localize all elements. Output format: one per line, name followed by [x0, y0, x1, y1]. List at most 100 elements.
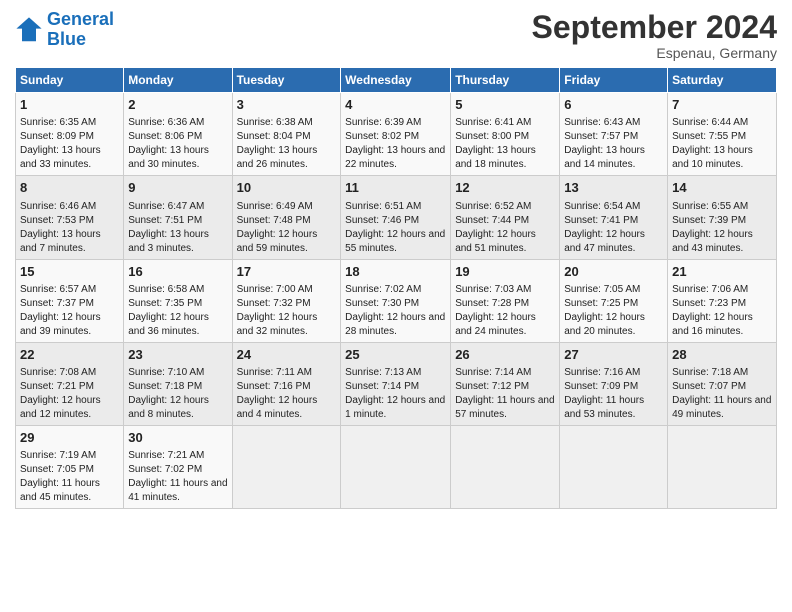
- daylight: Daylight: 13 hours and 10 minutes.: [672, 145, 753, 170]
- sunset: Sunset: 7:25 PM: [564, 298, 638, 309]
- daylight: Daylight: 12 hours and 47 minutes.: [564, 229, 645, 254]
- sunset: Sunset: 7:30 PM: [345, 298, 419, 309]
- sunset: Sunset: 7:21 PM: [20, 381, 94, 392]
- day-number: 3: [237, 96, 337, 114]
- sunrise: Sunrise: 7:16 AM: [564, 367, 640, 378]
- day-number: 1: [20, 96, 119, 114]
- logo-icon: [15, 16, 43, 44]
- day-number: 20: [564, 263, 663, 281]
- daylight: Daylight: 12 hours and 55 minutes.: [345, 229, 445, 254]
- sunset: Sunset: 7:05 PM: [20, 464, 94, 475]
- sunset: Sunset: 7:53 PM: [20, 215, 94, 226]
- daylight: Daylight: 11 hours and 45 minutes.: [20, 478, 100, 503]
- day-number: 7: [672, 96, 772, 114]
- day-number: 23: [128, 346, 227, 364]
- daylight: Daylight: 11 hours and 53 minutes.: [564, 395, 644, 420]
- daylight: Daylight: 13 hours and 7 minutes.: [20, 229, 101, 254]
- daylight: Daylight: 12 hours and 28 minutes.: [345, 312, 445, 337]
- daylight: Daylight: 11 hours and 49 minutes.: [672, 395, 771, 420]
- day-number: 30: [128, 429, 227, 447]
- header-row: Sunday Monday Tuesday Wednesday Thursday…: [16, 68, 777, 93]
- day-number: 24: [237, 346, 337, 364]
- sunset: Sunset: 8:00 PM: [455, 131, 529, 142]
- table-row: [668, 425, 777, 508]
- table-row: 10Sunrise: 6:49 AMSunset: 7:48 PMDayligh…: [232, 176, 341, 259]
- sunset: Sunset: 7:48 PM: [237, 215, 311, 226]
- day-number: 16: [128, 263, 227, 281]
- day-number: 11: [345, 179, 446, 197]
- sunset: Sunset: 7:02 PM: [128, 464, 202, 475]
- table-row: 24Sunrise: 7:11 AMSunset: 7:16 PMDayligh…: [232, 342, 341, 425]
- sunset: Sunset: 7:55 PM: [672, 131, 746, 142]
- calendar-week-row: 8Sunrise: 6:46 AMSunset: 7:53 PMDaylight…: [16, 176, 777, 259]
- sunset: Sunset: 7:07 PM: [672, 381, 746, 392]
- table-row: 6Sunrise: 6:43 AMSunset: 7:57 PMDaylight…: [560, 93, 668, 176]
- sunset: Sunset: 7:18 PM: [128, 381, 202, 392]
- day-number: 17: [237, 263, 337, 281]
- daylight: Daylight: 13 hours and 26 minutes.: [237, 145, 318, 170]
- sunset: Sunset: 7:14 PM: [345, 381, 419, 392]
- sunset: Sunset: 7:41 PM: [564, 215, 638, 226]
- daylight: Daylight: 12 hours and 1 minute.: [345, 395, 445, 420]
- table-row: 3Sunrise: 6:38 AMSunset: 8:04 PMDaylight…: [232, 93, 341, 176]
- col-monday: Monday: [124, 68, 232, 93]
- sunrise: Sunrise: 7:08 AM: [20, 367, 96, 378]
- month-title: September 2024: [532, 10, 777, 45]
- sunset: Sunset: 7:12 PM: [455, 381, 529, 392]
- table-row: 18Sunrise: 7:02 AMSunset: 7:30 PMDayligh…: [341, 259, 451, 342]
- calendar-week-row: 29Sunrise: 7:19 AMSunset: 7:05 PMDayligh…: [16, 425, 777, 508]
- col-saturday: Saturday: [668, 68, 777, 93]
- table-row: 30Sunrise: 7:21 AMSunset: 7:02 PMDayligh…: [124, 425, 232, 508]
- table-row: 15Sunrise: 6:57 AMSunset: 7:37 PMDayligh…: [16, 259, 124, 342]
- table-row: 29Sunrise: 7:19 AMSunset: 7:05 PMDayligh…: [16, 425, 124, 508]
- sunrise: Sunrise: 7:03 AM: [455, 284, 531, 295]
- sunset: Sunset: 7:32 PM: [237, 298, 311, 309]
- sunrise: Sunrise: 6:41 AM: [455, 117, 531, 128]
- daylight: Daylight: 12 hours and 51 minutes.: [455, 229, 536, 254]
- col-wednesday: Wednesday: [341, 68, 451, 93]
- table-row: [341, 425, 451, 508]
- table-row: 13Sunrise: 6:54 AMSunset: 7:41 PMDayligh…: [560, 176, 668, 259]
- daylight: Daylight: 12 hours and 36 minutes.: [128, 312, 209, 337]
- table-row: 26Sunrise: 7:14 AMSunset: 7:12 PMDayligh…: [451, 342, 560, 425]
- sunrise: Sunrise: 6:49 AM: [237, 201, 313, 212]
- logo: General Blue: [15, 10, 114, 50]
- sunrise: Sunrise: 6:44 AM: [672, 117, 748, 128]
- sunrise: Sunrise: 7:11 AM: [237, 367, 312, 378]
- day-number: 8: [20, 179, 119, 197]
- col-sunday: Sunday: [16, 68, 124, 93]
- sunrise: Sunrise: 6:52 AM: [455, 201, 531, 212]
- title-block: September 2024 Espenau, Germany: [532, 10, 777, 61]
- table-row: 14Sunrise: 6:55 AMSunset: 7:39 PMDayligh…: [668, 176, 777, 259]
- col-friday: Friday: [560, 68, 668, 93]
- table-row: 20Sunrise: 7:05 AMSunset: 7:25 PMDayligh…: [560, 259, 668, 342]
- table-row: 19Sunrise: 7:03 AMSunset: 7:28 PMDayligh…: [451, 259, 560, 342]
- table-row: 1Sunrise: 6:35 AMSunset: 8:09 PMDaylight…: [16, 93, 124, 176]
- sunrise: Sunrise: 7:18 AM: [672, 367, 748, 378]
- daylight: Daylight: 12 hours and 24 minutes.: [455, 312, 536, 337]
- table-row: 2Sunrise: 6:36 AMSunset: 8:06 PMDaylight…: [124, 93, 232, 176]
- daylight: Daylight: 13 hours and 14 minutes.: [564, 145, 645, 170]
- sunrise: Sunrise: 6:38 AM: [237, 117, 313, 128]
- calendar-table: Sunday Monday Tuesday Wednesday Thursday…: [15, 67, 777, 509]
- daylight: Daylight: 13 hours and 3 minutes.: [128, 229, 209, 254]
- sunrise: Sunrise: 7:06 AM: [672, 284, 748, 295]
- table-row: 5Sunrise: 6:41 AMSunset: 8:00 PMDaylight…: [451, 93, 560, 176]
- day-number: 27: [564, 346, 663, 364]
- table-row: [232, 425, 341, 508]
- sunrise: Sunrise: 7:10 AM: [128, 367, 204, 378]
- sunset: Sunset: 8:06 PM: [128, 131, 202, 142]
- page: General Blue September 2024 Espenau, Ger…: [0, 0, 792, 612]
- day-number: 25: [345, 346, 446, 364]
- daylight: Daylight: 12 hours and 8 minutes.: [128, 395, 209, 420]
- sunset: Sunset: 8:02 PM: [345, 131, 419, 142]
- day-number: 10: [237, 179, 337, 197]
- day-number: 15: [20, 263, 119, 281]
- sunrise: Sunrise: 6:36 AM: [128, 117, 204, 128]
- sunrise: Sunrise: 6:57 AM: [20, 284, 96, 295]
- sunrise: Sunrise: 6:55 AM: [672, 201, 748, 212]
- sunrise: Sunrise: 7:21 AM: [128, 450, 204, 461]
- day-number: 22: [20, 346, 119, 364]
- table-row: 27Sunrise: 7:16 AMSunset: 7:09 PMDayligh…: [560, 342, 668, 425]
- sunrise: Sunrise: 6:58 AM: [128, 284, 204, 295]
